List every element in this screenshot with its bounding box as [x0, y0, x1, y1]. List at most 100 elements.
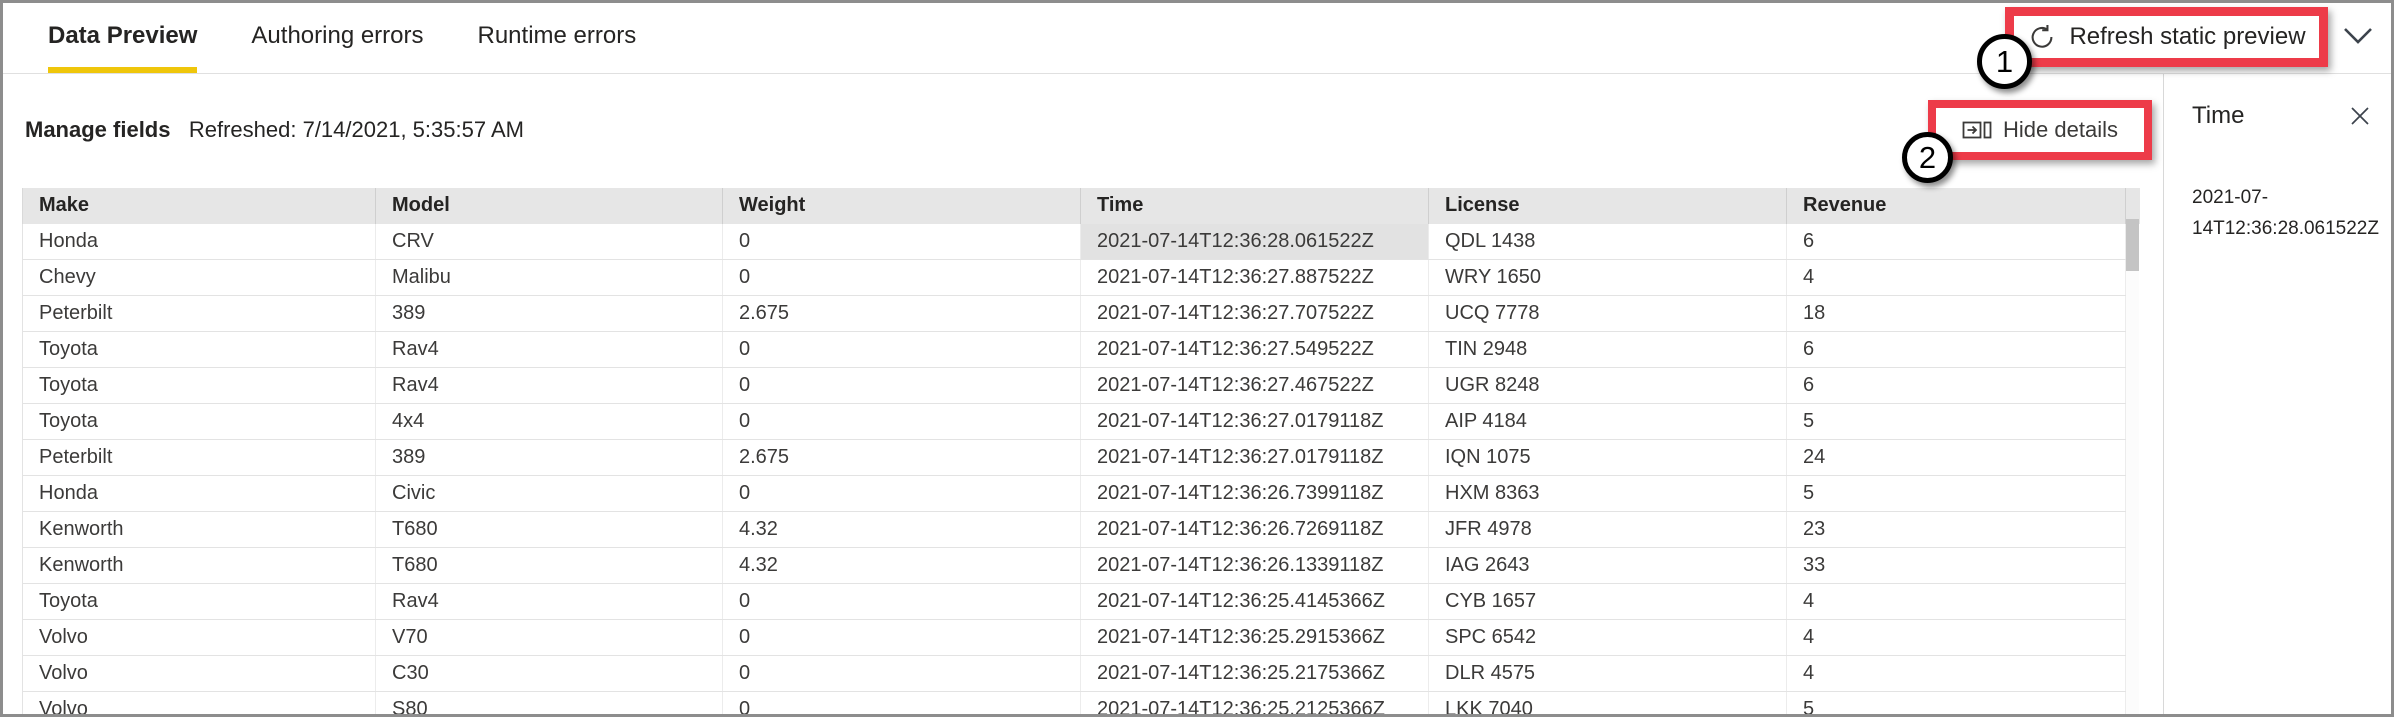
table-cell[interactable]: Volvo: [23, 620, 376, 655]
tab-data-preview[interactable]: Data Preview: [48, 0, 198, 73]
refresh-static-preview-button[interactable]: Refresh static preview: [2005, 7, 2328, 67]
table-cell[interactable]: 2021-07-14T12:36:25.2175366Z: [1081, 656, 1429, 691]
table-cell[interactable]: Peterbilt: [23, 440, 376, 475]
table-cell[interactable]: V70: [376, 620, 723, 655]
table-cell[interactable]: 389: [376, 440, 723, 475]
table-row: Honda CRV 0 2021-07-14T12:36:28.061522Z QDL …: [23, 224, 2126, 260]
tab-authoring-errors[interactable]: Authoring errors: [251, 0, 423, 73]
table-cell[interactable]: CRV: [376, 224, 723, 259]
table-cell[interactable]: 4: [1787, 584, 2126, 619]
table-scrollbar-thumb[interactable]: [2126, 219, 2139, 271]
table-cell[interactable]: Malibu: [376, 260, 723, 295]
column-header-model: Model: [376, 188, 723, 224]
table-cell[interactable]: 0: [723, 692, 1081, 717]
table-cell[interactable]: 2.675: [723, 440, 1081, 475]
table-cell[interactable]: Kenworth: [23, 548, 376, 583]
chevron-down-icon[interactable]: [2338, 16, 2378, 56]
table-cell[interactable]: 2.675: [723, 296, 1081, 331]
table-cell[interactable]: 0: [723, 404, 1081, 439]
table-cell[interactable]: 2021-07-14T12:36:25.2125366Z: [1081, 692, 1429, 717]
tab-runtime-errors[interactable]: Runtime errors: [478, 0, 637, 73]
table-cell[interactable]: CYB 1657: [1429, 584, 1787, 619]
table-cell[interactable]: 5: [1787, 404, 2126, 439]
table-cell[interactable]: 6: [1787, 332, 2126, 367]
subheader: Manage fields Refreshed: 7/14/2021, 5:35…: [25, 117, 524, 143]
table-cell[interactable]: Toyota: [23, 404, 376, 439]
table-cell[interactable]: 0: [723, 332, 1081, 367]
table-scrollbar-track[interactable]: [2126, 219, 2139, 714]
table-cell[interactable]: 4: [1787, 260, 2126, 295]
table-cell[interactable]: 4.32: [723, 512, 1081, 547]
table-cell[interactable]: Toyota: [23, 368, 376, 403]
table-cell[interactable]: T680: [376, 548, 723, 583]
table-cell[interactable]: 4: [1787, 620, 2126, 655]
table-cell[interactable]: S80: [376, 692, 723, 717]
table-cell[interactable]: DLR 4575: [1429, 656, 1787, 691]
table-cell[interactable]: Peterbilt: [23, 296, 376, 331]
table-cell[interactable]: 2021-07-14T12:36:26.7399118Z: [1081, 476, 1429, 511]
table-cell[interactable]: 5: [1787, 692, 2126, 717]
table-cell[interactable]: HXM 8363: [1429, 476, 1787, 511]
table-cell[interactable]: UCQ 7778: [1429, 296, 1787, 331]
table-cell[interactable]: 4: [1787, 656, 2126, 691]
table-cell[interactable]: UGR 8248: [1429, 368, 1787, 403]
table-cell[interactable]: 2021-07-14T12:36:27.707522Z: [1081, 296, 1429, 331]
table-cell[interactable]: 33: [1787, 548, 2126, 583]
table-cell[interactable]: Kenworth: [23, 512, 376, 547]
table-cell[interactable]: 0: [723, 260, 1081, 295]
table-cell[interactable]: 24: [1787, 440, 2126, 475]
table-row: Honda Civic 0 2021-07-14T12:36:26.7399118Z H…: [23, 476, 2126, 512]
hide-details-button[interactable]: Hide details: [1928, 100, 2152, 160]
table-cell[interactable]: 2021-07-14T12:36:26.7269118Z: [1081, 512, 1429, 547]
hide-details-label: Hide details: [2003, 117, 2118, 142]
table-cell[interactable]: Volvo: [23, 692, 376, 717]
table-cell[interactable]: Volvo: [23, 656, 376, 691]
table-cell[interactable]: Chevy: [23, 260, 376, 295]
table-cell[interactable]: LKK 7040: [1429, 692, 1787, 717]
table-cell[interactable]: Civic: [376, 476, 723, 511]
table-cell[interactable]: 0: [723, 224, 1081, 259]
table-row: Kenworth T680 4.32 2021-07-14T12:36:26.1339…: [23, 548, 2126, 584]
table-cell[interactable]: 2021-07-14T12:36:27.549522Z: [1081, 332, 1429, 367]
table-cell[interactable]: 0: [723, 476, 1081, 511]
table-cell[interactable]: 2021-07-14T12:36:25.2915366Z: [1081, 620, 1429, 655]
table-cell[interactable]: 389: [376, 296, 723, 331]
table-cell[interactable]: Rav4: [376, 368, 723, 403]
table-cell[interactable]: 23: [1787, 512, 2126, 547]
table-cell[interactable]: 0: [723, 584, 1081, 619]
table-row: Volvo C30 0 2021-07-14T12:36:25.2175366Z DLR…: [23, 656, 2126, 692]
table-cell[interactable]: IAG 2643: [1429, 548, 1787, 583]
table-cell[interactable]: Honda: [23, 224, 376, 259]
table-cell[interactable]: 18: [1787, 296, 2126, 331]
table-cell[interactable]: 2021-07-14T12:36:27.887522Z: [1081, 260, 1429, 295]
table-cell[interactable]: 4x4: [376, 404, 723, 439]
table-cell[interactable]: TIN 2948: [1429, 332, 1787, 367]
table-cell[interactable]: QDL 1438: [1429, 224, 1787, 259]
table-cell[interactable]: Toyota: [23, 332, 376, 367]
table-cell[interactable]: 2021-07-14T12:36:27.0179118Z: [1081, 404, 1429, 439]
table-cell[interactable]: Rav4: [376, 584, 723, 619]
table-cell[interactable]: Toyota: [23, 584, 376, 619]
table-cell[interactable]: 0: [723, 368, 1081, 403]
table-cell[interactable]: 2021-07-14T12:36:25.4145366Z: [1081, 584, 1429, 619]
table-cell[interactable]: WRY 1650: [1429, 260, 1787, 295]
table-cell[interactable]: Honda: [23, 476, 376, 511]
table-cell[interactable]: 2021-07-14T12:36:26.1339118Z: [1081, 548, 1429, 583]
table-cell[interactable]: 6: [1787, 368, 2126, 403]
table-cell[interactable]: 0: [723, 620, 1081, 655]
table-cell[interactable]: JFR 4978: [1429, 512, 1787, 547]
table-cell[interactable]: T680: [376, 512, 723, 547]
table-cell[interactable]: 6: [1787, 224, 2126, 259]
table-cell[interactable]: C30: [376, 656, 723, 691]
table-cell[interactable]: 2021-07-14T12:36:27.0179118Z: [1081, 440, 1429, 475]
table-cell[interactable]: 0: [723, 656, 1081, 691]
table-cell[interactable]: IQN 1075: [1429, 440, 1787, 475]
close-icon[interactable]: [2344, 100, 2376, 132]
table-cell[interactable]: 2021-07-14T12:36:27.467522Z: [1081, 368, 1429, 403]
table-cell[interactable]: SPC 6542: [1429, 620, 1787, 655]
table-cell[interactable]: 5: [1787, 476, 2126, 511]
table-cell[interactable]: 4.32: [723, 548, 1081, 583]
table-cell[interactable]: AIP 4184: [1429, 404, 1787, 439]
table-cell[interactable]: 2021-07-14T12:36:28.061522Z: [1081, 224, 1429, 259]
table-cell[interactable]: Rav4: [376, 332, 723, 367]
